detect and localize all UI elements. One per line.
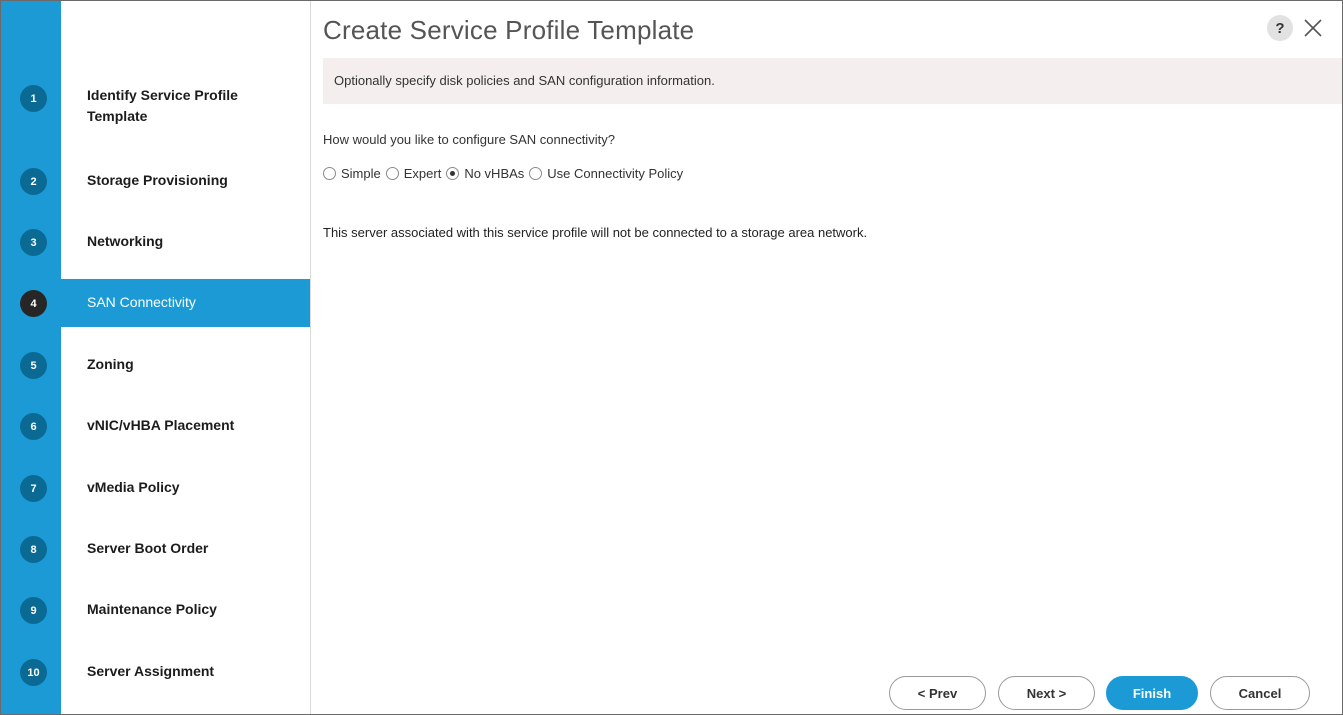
step-9-label[interactable]: Maintenance Policy <box>87 599 297 620</box>
step-5-number[interactable]: 5 <box>20 352 47 379</box>
radio-expert-label: Expert <box>403 166 442 181</box>
san-message: This server associated with this service… <box>323 225 868 240</box>
radio-simple-circle[interactable] <box>323 167 336 180</box>
radio-simple-label: Simple <box>341 166 381 181</box>
san-question: How would you like to configure SAN conn… <box>323 132 615 147</box>
step-7-label[interactable]: vMedia Policy <box>87 477 297 498</box>
radio-connectivity-policy[interactable]: Use Connectivity Policy <box>529 166 683 181</box>
radio-simple[interactable]: Simple <box>323 166 381 181</box>
next-button[interactable]: Next > <box>998 676 1095 710</box>
step-6-label[interactable]: vNIC/vHBA Placement <box>87 415 297 436</box>
radio-expert-circle[interactable] <box>385 167 399 180</box>
step-10-number[interactable]: 10 <box>20 659 47 686</box>
step-8-label[interactable]: Server Boot Order <box>87 538 297 559</box>
radio-connectivity-policy-circle[interactable] <box>529 167 543 180</box>
san-options: Simple Expert No vHBAs Use Connectivity … <box>323 166 688 181</box>
step-10-label[interactable]: Server Assignment <box>87 661 297 682</box>
radio-no-vhbas-label: No vHBAs <box>464 166 525 181</box>
prev-button[interactable]: < Prev <box>889 676 986 710</box>
step-4-number[interactable]: 4 <box>20 290 47 317</box>
close-icon[interactable] <box>1300 15 1326 41</box>
step-7-number[interactable]: 7 <box>20 475 47 502</box>
radio-connectivity-policy-label: Use Connectivity Policy <box>547 166 684 181</box>
radio-no-vhbas[interactable]: No vHBAs <box>446 166 524 181</box>
step-2-label[interactable]: Storage Provisioning <box>87 170 297 191</box>
radio-expert[interactable]: Expert <box>385 166 442 181</box>
step-4-label[interactable]: SAN Connectivity <box>87 292 297 313</box>
finish-button[interactable]: Finish <box>1106 676 1198 710</box>
dialog-title: Create Service Profile Template <box>323 15 695 45</box>
info-banner: Optionally specify disk policies and SAN… <box>323 58 1342 104</box>
step-5-label[interactable]: Zoning <box>87 354 297 375</box>
step-content: Create Service Profile Template ? Option… <box>311 1 1342 714</box>
step-1-label[interactable]: Identify Service Profile Template <box>87 85 297 127</box>
step-1-number[interactable]: 1 <box>20 85 47 112</box>
step-2-number[interactable]: 2 <box>20 168 47 195</box>
step-3-label[interactable]: Networking <box>87 231 297 252</box>
step-3-number[interactable]: 3 <box>20 229 47 256</box>
step-8-number[interactable]: 8 <box>20 536 47 563</box>
wizard-dialog: 1 Identify Service Profile Template 2 St… <box>0 0 1343 715</box>
radio-no-vhbas-circle[interactable] <box>446 167 460 180</box>
step-6-number[interactable]: 6 <box>20 413 47 440</box>
help-icon[interactable]: ? <box>1267 15 1293 41</box>
step-9-number[interactable]: 9 <box>20 597 47 624</box>
cancel-button[interactable]: Cancel <box>1210 676 1310 710</box>
